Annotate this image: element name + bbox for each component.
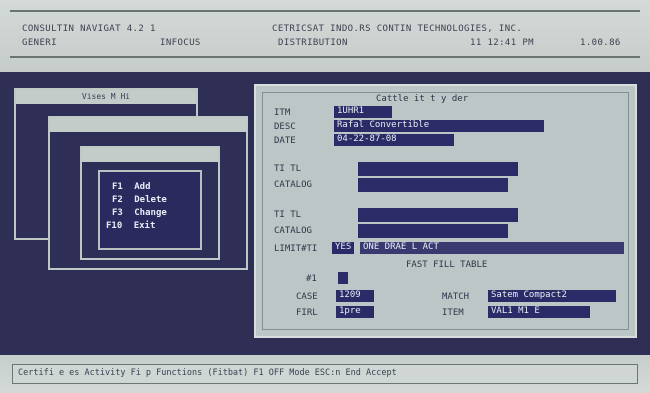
label-title-2: TI TL [274,210,302,220]
front-window-title [82,148,218,162]
label-date: DATE [274,136,296,146]
status-line-text: Certifi e es Activity Fi p Functions (Fi… [18,368,397,378]
menu-item-label: Exit [133,221,156,231]
case-field[interactable]: 1209 [336,290,374,302]
menu-item-add[interactable]: F1 Add [112,182,151,192]
menu-item-key: F1 [112,182,123,192]
menu-item-label: Add [134,182,151,192]
menu-item-exit[interactable]: F10 Exit [106,221,155,231]
item-right-field[interactable]: VAL1 M1 E [488,306,590,318]
number-field[interactable] [338,272,348,284]
header-bar: CONSULTIN NAVIGAT 4.2 1 CETRICSAT INDO.R… [0,0,650,72]
back-window-title: Vises M Hi [16,90,196,104]
header-module: INFOCUS [160,38,201,48]
label-catalog-2: CATALOG [274,226,312,236]
label-title-1: TI TL [274,164,302,174]
fast-fill-heading: FAST FILL TABLE [406,260,488,270]
header-time: 11 12:41 PM [470,38,535,48]
label-case: CASE [296,292,318,302]
menu-item-key: F3 [112,208,123,218]
terminal-screen: CONSULTIN NAVIGAT 4.2 1 CETRICSAT INDO.R… [0,0,650,393]
panel-title: Cattle it t y der [376,94,469,104]
header-app-name: CONSULTIN NAVIGAT 4.2 1 [22,24,156,34]
middle-window-title [50,118,246,132]
label-firl: FIRL [296,308,318,318]
label-description: DESC [274,122,296,132]
menu-item-label: Delete [134,195,167,205]
detail-panel: Cattle it t y der ITM 1UHR1 DESC Rafal C… [254,84,637,338]
limit-field[interactable]: YES [332,242,354,254]
label-limit: LIMIT#TI [274,244,318,254]
header-user: GENERI [22,38,57,48]
command-menu: F1 Add F2 Delete F3 Change F10 Exit [98,170,202,250]
catalog-field-1[interactable] [358,178,508,192]
status-bar: Certifi e es Activity Fi p Functions (Fi… [0,355,650,393]
firl-field[interactable]: 1pre [336,306,374,318]
label-item: ITM [274,108,291,118]
header-rule-bottom [10,56,640,58]
catalog-field-2[interactable] [358,224,508,238]
menu-item-key: F10 [106,221,123,231]
header-version: 1.00.86 [580,38,621,48]
label-match: MATCH [442,292,470,302]
menu-item-delete[interactable]: F2 Delete [112,195,167,205]
date-field[interactable]: 04-22-87-08 [334,134,454,146]
header-company: CETRICSAT INDO.RS CONTIN TECHNOLOGIES, I… [272,24,523,34]
header-rule-top [10,10,640,12]
limit-extra-field[interactable]: ONE DRAE L ACT [360,242,624,254]
header-division: DISTRIBUTION [278,38,348,48]
label-catalog-1: CATALOG [274,180,312,190]
label-number: #1 [306,274,317,284]
label-item-right: ITEM [442,308,464,318]
menu-item-change[interactable]: F3 Change [112,208,167,218]
menu-item-key: F2 [112,195,123,205]
description-field[interactable]: Rafal Convertible [334,120,544,132]
title-field-2[interactable] [358,208,518,222]
menu-item-label: Change [134,208,167,218]
title-field-1[interactable] [358,162,518,176]
match-field[interactable]: Satem Compact2 [488,290,616,302]
item-field[interactable]: 1UHR1 [334,106,392,118]
